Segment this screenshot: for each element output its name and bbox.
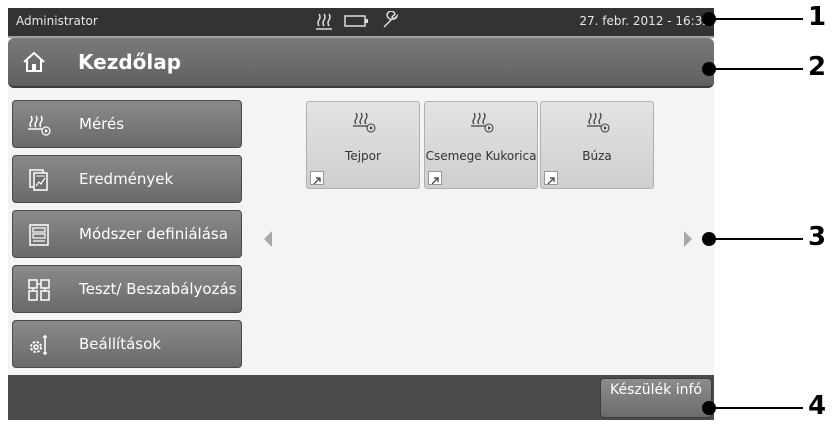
sidebar-item-label: Teszt/ Beszabályozás [79, 280, 237, 298]
settings-icon [30, 335, 47, 355]
method-tile[interactable]: Tejpor [306, 101, 420, 189]
shortcut-arrow-icon [544, 171, 558, 185]
results-icon [29, 169, 48, 191]
test-adjust-icon [28, 279, 50, 301]
method-heating-icon [353, 112, 376, 133]
sidebar-item-test-adjustment[interactable]: Teszt/ Beszabályozás [12, 265, 242, 313]
status-user: Administrator [16, 14, 98, 28]
status-datetime: 27. febr. 2012 - 16:32 [579, 14, 710, 28]
footer-bar: Készülék infó [8, 375, 714, 420]
method-icon [29, 224, 49, 246]
status-icons [314, 11, 400, 31]
tile-label: Tejpor [345, 148, 381, 163]
sidebar-item-label: Beállítások [79, 335, 161, 353]
method-tile[interactable]: Csemege Kukorica [424, 101, 538, 189]
home-icon[interactable] [22, 50, 46, 74]
shortcut-arrow-icon [310, 171, 324, 185]
sidebar-item-results[interactable]: Eredmények [12, 155, 242, 203]
device-info-button[interactable]: Készülék infó [600, 378, 712, 418]
battery-icon [344, 15, 368, 27]
device-screen: Administrator 27. febr. 2012 - 16:32 Kez… [8, 8, 714, 420]
callout-number: 3 [808, 222, 827, 252]
callout-line [709, 18, 803, 20]
tile-label: Csemege Kukorica [425, 148, 537, 163]
page-title: Kezdőlap [78, 50, 182, 74]
page-next-arrow-icon[interactable] [684, 231, 692, 247]
sidebar-item-settings[interactable]: Beállítások [12, 320, 242, 368]
sidebar-item-measurement[interactable]: Mérés [12, 100, 242, 148]
callout-line [709, 238, 803, 240]
method-heating-icon [471, 112, 494, 133]
title-bar: Kezdőlap [8, 38, 714, 88]
shortcut-arrow-icon [428, 171, 442, 185]
sidebar-item-method-definition[interactable]: Módszer definiálása [12, 210, 242, 258]
measurement-icon [28, 115, 51, 136]
status-bar: Administrator 27. febr. 2012 - 16:32 [8, 8, 714, 38]
callout-number: 1 [808, 2, 827, 32]
callout-number: 4 [808, 391, 827, 421]
sidebar-item-label: Eredmények [79, 170, 174, 188]
wrench-icon [383, 11, 399, 28]
sidebar-item-label: Módszer definiálása [79, 225, 228, 243]
page-prev-arrow-icon[interactable] [264, 231, 272, 247]
sidebar-item-label: Mérés [79, 115, 125, 133]
callout-line [709, 407, 803, 409]
callout-number: 2 [808, 52, 827, 82]
callout-line [709, 68, 803, 70]
method-heating-icon [587, 112, 610, 133]
tile-label: Búza [582, 148, 612, 163]
method-tile[interactable]: Búza [540, 101, 654, 189]
heating-icon [316, 13, 332, 30]
